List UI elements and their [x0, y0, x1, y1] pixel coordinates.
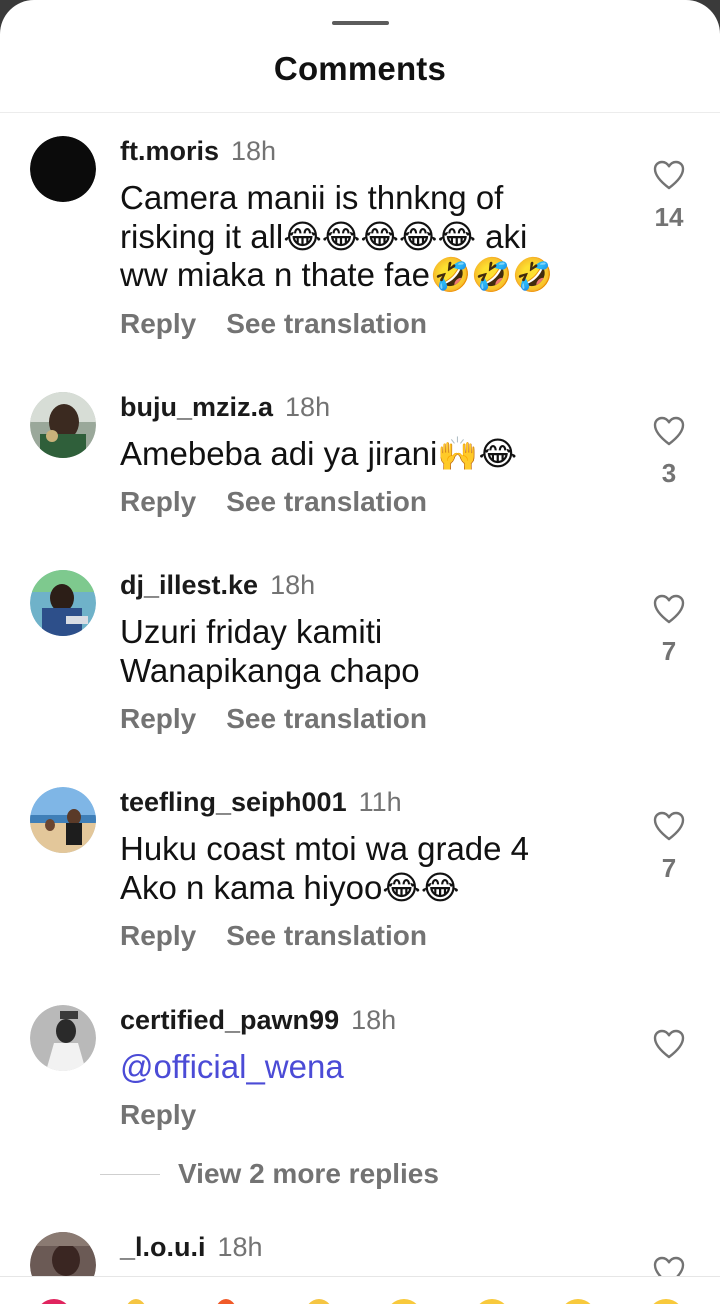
see-translation-button[interactable]: See translation: [226, 703, 427, 734]
drag-handle[interactable]: [332, 21, 389, 25]
comment-actions: Reply: [120, 1099, 196, 1133]
like-count: 7: [661, 636, 677, 666]
comment-header: certified_pawn99 18h: [120, 1005, 396, 1037]
comment-line: Ako n kama hiyoo😂😂: [120, 868, 460, 906]
view-more-replies-label: View 2 more replies: [178, 1158, 439, 1189]
heart-icon[interactable]: [653, 1256, 685, 1276]
username[interactable]: teefling_seiph001: [120, 787, 347, 817]
comments-sheet: Comments ft.moris 18h Camera manii is thn…: [0, 0, 720, 1304]
comment-actions: Reply See translation: [120, 308, 427, 342]
timestamp: 11h: [358, 787, 402, 817]
reply-button[interactable]: Reply: [120, 1099, 196, 1130]
comment-text: Amebeba adi ya jirani🙌😂: [120, 435, 620, 474]
see-translation-button[interactable]: See translation: [226, 308, 427, 339]
comment-header: buju_mziz.a 18h: [120, 392, 330, 424]
comment-header: ft.moris 18h: [120, 136, 276, 168]
reply-button[interactable]: Reply: [120, 308, 196, 339]
comment-line: ww miaka n thate fae🤣🤣🤣: [120, 256, 554, 293]
comment-item: dj_illest.ke 18h Uzuri friday kamiti Wana…: [0, 570, 720, 740]
comment-line: Huku coast mtoi wa grade 4: [120, 830, 530, 867]
comment-actions: Reply See translation: [120, 703, 427, 737]
replies-divider: [100, 1174, 160, 1175]
see-translation-button[interactable]: See translation: [226, 920, 427, 951]
comment-text: Camera manii is thnkng of risking it all…: [120, 179, 620, 295]
reply-button[interactable]: Reply: [120, 920, 196, 951]
like-control: [648, 1029, 690, 1059]
avatar[interactable]: [30, 570, 96, 636]
heart-icon[interactable]: [653, 594, 685, 624]
heart-emoji-icon[interactable]: [36, 1299, 72, 1304]
comment-text: Huku coast mtoi wa grade 4 Ako n kama hi…: [120, 830, 620, 907]
comment-item: certified_pawn99 18h @official_wena Reply: [0, 1005, 720, 1135]
clap-emoji-icon[interactable]: [124, 1299, 148, 1304]
divider: [0, 112, 720, 113]
fire-emoji-icon[interactable]: [214, 1299, 238, 1304]
laughing-emoji-icon[interactable]: [648, 1299, 684, 1304]
heart-icon[interactable]: [653, 160, 685, 190]
comment-header: dj_illest.ke 18h: [120, 570, 315, 602]
username[interactable]: ft.moris: [120, 136, 219, 166]
shocked-emoji-icon[interactable]: [560, 1299, 596, 1304]
username[interactable]: certified_pawn99: [120, 1005, 339, 1035]
comment-actions: Reply See translation: [120, 920, 427, 954]
timestamp: 18h: [231, 136, 277, 166]
avatar[interactable]: [30, 1232, 96, 1276]
comment-line: Wanapikanga chapo: [120, 651, 420, 689]
comment-header: teefling_seiph001 11h: [120, 787, 402, 819]
avatar[interactable]: [30, 392, 96, 458]
heart-icon[interactable]: [653, 1029, 685, 1059]
heart-eyes-emoji-icon[interactable]: [474, 1299, 510, 1304]
timestamp: 18h: [285, 392, 331, 422]
reply-button[interactable]: Reply: [120, 703, 196, 734]
sheet-title: Comments: [273, 50, 447, 87]
like-control: 14: [648, 160, 690, 233]
like-control: 7: [648, 594, 690, 667]
username[interactable]: _l.o.u.i: [120, 1232, 206, 1262]
username[interactable]: dj_illest.ke: [120, 570, 258, 600]
crying-emoji-icon[interactable]: [386, 1299, 422, 1304]
timestamp: 18h: [351, 1005, 397, 1035]
like-count: 7: [661, 853, 677, 883]
username[interactable]: buju_mziz.a: [120, 392, 273, 422]
comment-item: _l.o.u.i 18h: [0, 1232, 720, 1276]
like-count: 3: [661, 458, 677, 488]
avatar[interactable]: [30, 1005, 96, 1071]
comment-header: _l.o.u.i 18h: [120, 1232, 263, 1264]
comment-text: @official_wena: [120, 1048, 620, 1087]
timestamp: 18h: [270, 570, 316, 600]
raised-hands-emoji-icon[interactable]: [304, 1299, 334, 1304]
like-count: 14: [654, 202, 684, 232]
comment-text: Uzuri friday kamiti Wanapikanga chapo: [120, 613, 620, 690]
like-control: [648, 1256, 690, 1276]
comment-line: Uzuri friday kamiti: [120, 613, 383, 650]
heart-icon[interactable]: [653, 811, 685, 841]
heart-icon[interactable]: [653, 416, 685, 446]
like-control: 3: [648, 416, 690, 489]
emoji-reaction-bar: [0, 1276, 720, 1304]
see-translation-button[interactable]: See translation: [226, 486, 427, 517]
comment-item: teefling_seiph001 11h Huku coast mtoi wa …: [0, 787, 720, 957]
comment-line: risking it all😂😂😂😂😂 aki: [120, 217, 528, 255]
avatar[interactable]: [30, 136, 96, 202]
avatar[interactable]: [30, 787, 96, 853]
comment-actions: Reply See translation: [120, 486, 427, 520]
comment-item: buju_mziz.a 18h Amebeba adi ya jirani🙌😂 R…: [0, 392, 720, 522]
comment-item: ft.moris 18h Camera manii is thnkng of ri…: [0, 136, 720, 346]
timestamp: 18h: [217, 1232, 263, 1262]
reply-button[interactable]: Reply: [120, 486, 196, 517]
comment-line: Amebeba adi ya jirani🙌😂: [120, 435, 517, 472]
like-control: 7: [648, 811, 690, 884]
mention-link[interactable]: @official_wena: [120, 1048, 620, 1087]
comment-line: Camera manii is thnkng of: [120, 179, 504, 216]
